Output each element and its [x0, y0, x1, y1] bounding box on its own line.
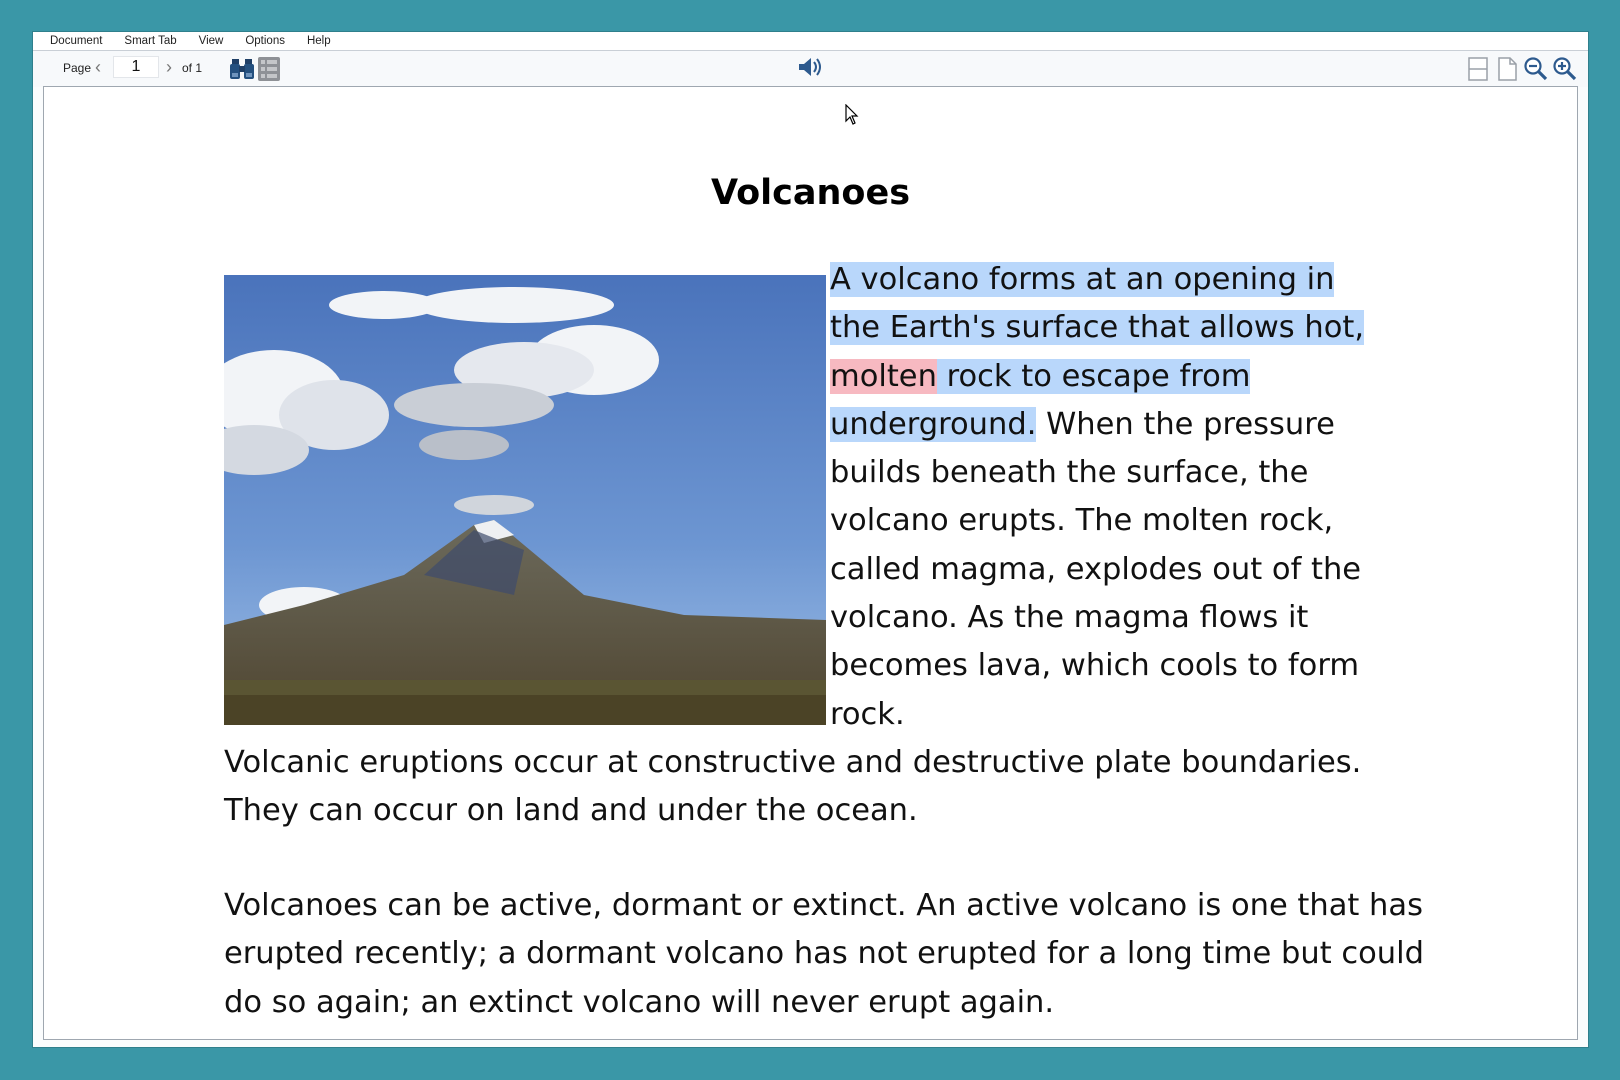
menu-options[interactable]: Options [245, 35, 285, 47]
document-title: Volcanoes [710, 173, 911, 213]
menu-view[interactable]: View [199, 35, 224, 47]
paragraph-1: A volcano forms at an opening in the Ear… [830, 256, 1390, 739]
paragraph-2: Volcanoes can be active, dormant or exti… [224, 888, 1424, 1020]
paragraph-1-rest: When the pressure builds beneath the sur… [830, 406, 1362, 732]
speaker-icon[interactable] [796, 54, 822, 85]
menu-smart-tab[interactable]: Smart Tab [124, 35, 176, 47]
highlighted-text-a: A volcano forms at an opening in the Ear… [830, 262, 1365, 346]
single-page-layout-icon[interactable] [1467, 56, 1489, 87]
paragraph-1-continued: Volcanic eruptions occur at constructive… [224, 745, 1362, 829]
toolbar: Page ‹ › of 1 [33, 51, 1588, 87]
prev-page-icon[interactable]: ‹ [95, 57, 101, 78]
list-view-icon[interactable] [257, 56, 281, 87]
next-page-icon[interactable]: › [166, 57, 172, 78]
menu-bar: Document Smart Tab View Options Help [33, 32, 1588, 51]
mouse-pointer-icon [845, 103, 861, 131]
document-page: Volcanoes A volcano forms at an opening … [43, 86, 1578, 1040]
page-number-input[interactable] [113, 56, 159, 78]
menu-document[interactable]: Document [50, 35, 102, 47]
page-count-label: of 1 [182, 61, 203, 75]
highlighted-word: molten [830, 358, 937, 394]
zoom-out-icon[interactable] [1523, 56, 1549, 87]
page-label: Page [63, 61, 92, 75]
page-icon[interactable] [1496, 56, 1518, 87]
zoom-in-icon[interactable] [1552, 56, 1578, 87]
volcano-photo [224, 275, 826, 725]
reader-window: Document Smart Tab View Options Help Pag… [33, 32, 1588, 1047]
menu-help[interactable]: Help [307, 35, 331, 47]
find-binoculars-icon[interactable] [229, 56, 255, 87]
